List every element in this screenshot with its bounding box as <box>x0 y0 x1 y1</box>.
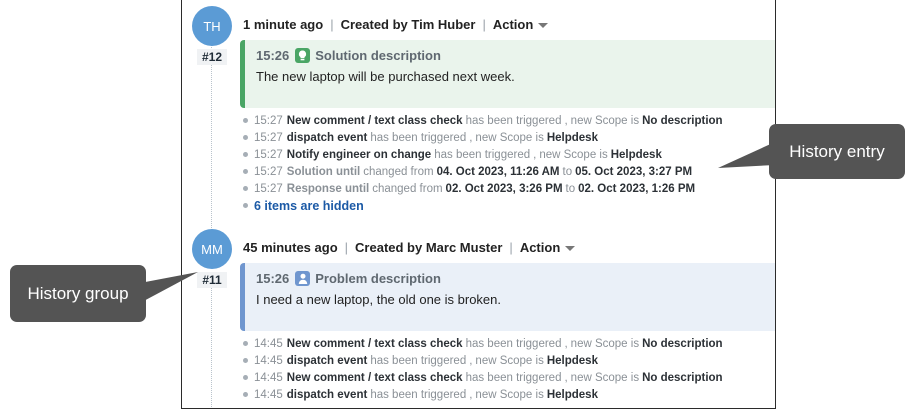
history-entry-pointer <box>718 142 775 168</box>
history-group-callout: History group <box>10 265 146 322</box>
history-group-pointer <box>140 272 198 303</box>
history-entry-callout: History entry <box>769 124 905 179</box>
callout-pointers <box>140 142 775 303</box>
